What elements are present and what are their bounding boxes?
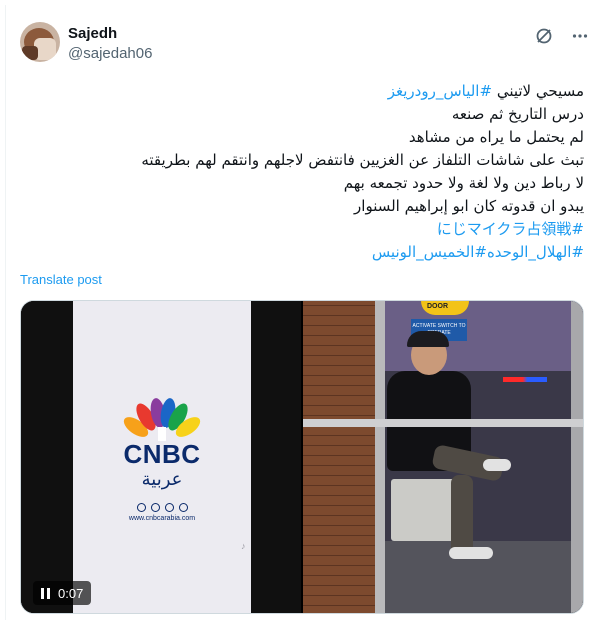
display-name[interactable]: Sajedh: [68, 24, 152, 44]
translate-post-link[interactable]: Translate post: [20, 272, 102, 287]
text-line: يبدو ان قدوته كان ابو إبراهيم السنوار: [354, 197, 584, 215]
cnbc-peacock-logo: [123, 398, 201, 441]
handle[interactable]: @sajedah06: [68, 44, 152, 64]
media-grid: CNBC عربية www.cnbcarabia.com ♪ 0:07 DOO…: [20, 300, 584, 614]
text-line: لم يحتمل ما يراه من مشاهد: [408, 128, 584, 146]
text-line: مسيحي لاتيني: [492, 82, 584, 100]
video-url: www.cnbcarabia.com: [128, 515, 196, 522]
video-logo-text: CNBC: [123, 439, 201, 469]
post-header: Sajedh @sajedah06: [20, 20, 590, 68]
text-line: درس التاريخ ثم صنعه: [451, 105, 584, 123]
hashtag-link[interactable]: #الياس_رودريغز: [388, 82, 492, 100]
video-logo-arabic: عربية: [141, 469, 183, 490]
header-actions: [534, 26, 590, 46]
video-time: 0:07: [58, 585, 84, 601]
hashtag-link[interactable]: #にじマイクラ占領戦: [437, 220, 584, 238]
pause-icon[interactable]: [41, 587, 50, 599]
author-block[interactable]: Sajedh @sajedah06: [68, 24, 152, 64]
tiktok-icon: ♪: [241, 541, 246, 551]
grok-icon[interactable]: [534, 26, 554, 46]
photo-image[interactable]: DOOR ACTIVATE SWITCH TO OPERATE: [303, 301, 583, 613]
video-controls[interactable]: 0:07: [33, 581, 92, 605]
video-frame: CNBC عربية www.cnbcarabia.com ♪: [73, 301, 251, 613]
hashtag-link[interactable]: #الخميس_الونيس: [372, 243, 487, 261]
door-sign-text: DOOR: [427, 303, 448, 310]
avatar[interactable]: [20, 22, 60, 62]
video-player[interactable]: CNBC عربية www.cnbcarabia.com ♪ 0:07: [21, 301, 301, 613]
more-icon[interactable]: [570, 26, 590, 46]
post-text: مسيحي لاتيني #الياس_رودريغز درس التاريخ …: [24, 80, 584, 264]
hashtag-link[interactable]: #الهلال_الوحده: [487, 243, 584, 261]
text-line: لا رباط دين ولا لغة ولا حدود تجمعه بهم: [343, 174, 584, 192]
text-line: تبث على شاشات التلفاز عن الغزيين فانتفض …: [141, 151, 584, 169]
social-icons: [73, 503, 251, 512]
